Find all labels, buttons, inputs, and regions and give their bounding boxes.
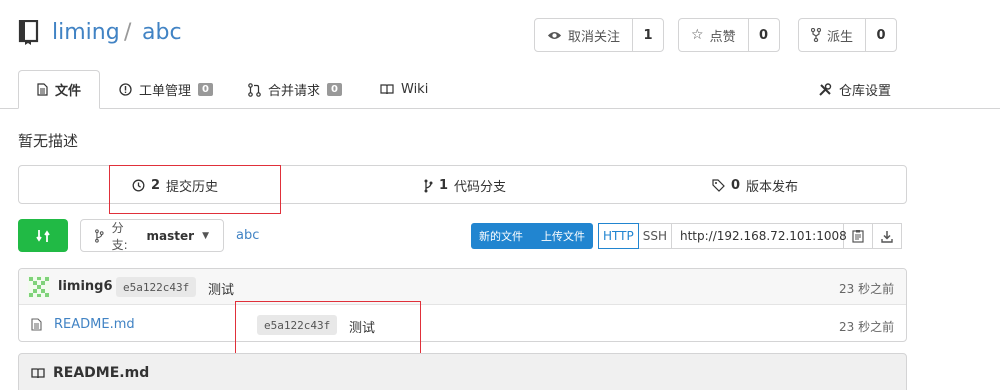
tools-icon xyxy=(819,82,832,96)
highlight-box-commits xyxy=(109,165,281,214)
download-button[interactable] xyxy=(872,223,902,249)
tab-issues-label: 工单管理 xyxy=(139,84,192,99)
download-icon xyxy=(881,230,893,243)
branch-name: master xyxy=(146,228,195,243)
branch-prefix: 分支: xyxy=(111,220,128,252)
book-icon xyxy=(31,367,45,378)
clone-url-group: HTTP SSH http://192.168.72.101:1008 xyxy=(598,223,902,249)
star-label: 点赞 xyxy=(709,29,736,45)
tab-wiki[interactable]: Wiki xyxy=(380,70,428,109)
branches-stat-link[interactable]: 1 代码分支 xyxy=(424,176,506,195)
readme-header: README.md xyxy=(18,353,907,390)
star-icon: ☆ xyxy=(691,27,704,43)
issues-count-badge: 0 xyxy=(198,83,213,96)
commit-time: 23 秒之前 xyxy=(839,282,895,296)
commit-sha-link[interactable]: e5a122c43f xyxy=(116,277,197,297)
repo-separator: / xyxy=(124,20,132,45)
branch-icon xyxy=(95,228,104,243)
branch-icon xyxy=(424,179,433,192)
tab-files-label: 文件 xyxy=(55,84,82,99)
commit-message: 测试 xyxy=(208,283,235,298)
file-commit-time: 23 秒之前 xyxy=(839,320,895,334)
releases-label: 版本发布 xyxy=(746,180,799,195)
file-text-icon xyxy=(37,83,48,96)
releases-count: 0 xyxy=(731,178,741,193)
repo-name-link[interactable]: abc xyxy=(142,20,182,45)
repo-icon xyxy=(18,20,39,45)
watch-count[interactable]: 1 xyxy=(633,19,663,51)
clone-http-button[interactable]: HTTP xyxy=(598,223,639,249)
pull-requests-count-badge: 0 xyxy=(327,83,342,96)
highlight-box-file-commit xyxy=(235,301,421,357)
file-link-readme[interactable]: README.md xyxy=(54,317,135,332)
caret-down-icon: ▼ xyxy=(202,230,209,241)
file-actions-group: 新的文件 上传文件 xyxy=(471,223,593,249)
unwatch-label: 取消关注 xyxy=(568,29,621,45)
breadcrumb-repo-link[interactable]: abc xyxy=(236,228,259,243)
compare-pull-button[interactable] xyxy=(18,219,68,252)
unwatch-button[interactable]: 取消关注 1 xyxy=(534,18,665,52)
clipboard-icon xyxy=(852,230,864,243)
commit-author[interactable]: liming6 xyxy=(58,279,113,294)
tab-pull-requests-label: 合并请求 xyxy=(268,84,321,99)
eye-icon xyxy=(547,31,562,39)
fork-count[interactable]: 0 xyxy=(866,19,896,51)
fork-label: 派生 xyxy=(827,29,854,45)
upload-file-button[interactable]: 上传文件 xyxy=(531,223,593,249)
repo-settings-link[interactable]: 仓库设置 xyxy=(818,70,891,109)
file-icon xyxy=(31,318,42,331)
repo-settings-label: 仓库设置 xyxy=(839,84,892,99)
branches-count: 1 xyxy=(439,178,449,193)
tab-pull-requests[interactable]: 合并请求 0 xyxy=(248,70,342,109)
new-file-button[interactable]: 新的文件 xyxy=(471,223,531,249)
issue-icon xyxy=(119,83,132,96)
repo-owner-link[interactable]: liming xyxy=(52,20,120,45)
branch-dropdown[interactable]: 分支: master ▼ xyxy=(80,219,224,252)
tag-icon xyxy=(712,179,725,192)
branches-label: 代码分支 xyxy=(454,180,507,195)
clone-url-input[interactable]: http://192.168.72.101:1008 xyxy=(671,223,847,249)
star-button[interactable]: ☆ 点赞 0 xyxy=(678,18,780,52)
clone-ssh-button[interactable]: SSH xyxy=(638,223,672,249)
readme-title: README.md xyxy=(53,365,150,381)
copy-url-button[interactable] xyxy=(843,223,873,249)
releases-stat-link[interactable]: 0 版本发布 xyxy=(712,176,798,195)
book-icon xyxy=(380,84,394,95)
fork-icon xyxy=(811,28,821,42)
pull-request-icon xyxy=(248,82,261,97)
author-avatar[interactable] xyxy=(28,276,50,298)
star-count[interactable]: 0 xyxy=(749,19,779,51)
fork-button[interactable]: 派生 0 xyxy=(798,18,898,52)
tab-files[interactable]: 文件 xyxy=(18,70,101,109)
compare-icon xyxy=(36,229,50,242)
tab-wiki-label: Wiki xyxy=(401,82,429,97)
repo-description: 暂无描述 xyxy=(18,132,79,150)
tab-issues[interactable]: 工单管理 0 xyxy=(119,70,213,109)
